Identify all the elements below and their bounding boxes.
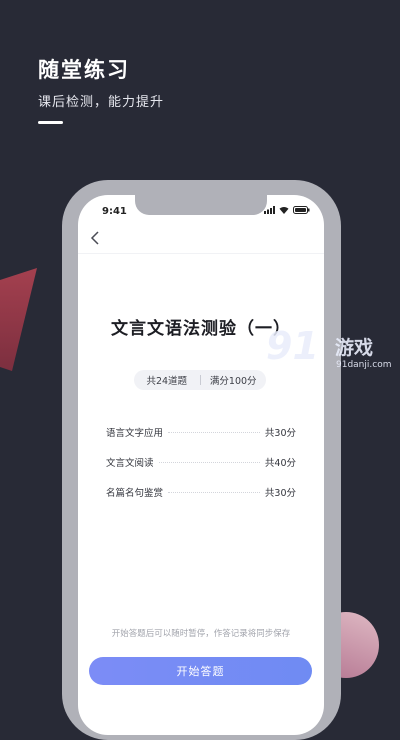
watermark-word: 游戏	[335, 337, 374, 359]
section-row: 语言文字应用 共30分	[106, 425, 296, 439]
phone-notch	[135, 195, 267, 215]
autosave-note: 开始答题后可以随时暂停，作答记录将同步保存	[111, 629, 291, 639]
question-count: 共24道题	[146, 376, 188, 387]
section-score: 共30分	[264, 428, 296, 439]
status-time: 9:41	[102, 206, 127, 217]
start-quiz-button[interactable]: 开始答题	[89, 657, 312, 685]
nav-divider	[78, 253, 324, 254]
watermark-url: 91danji.com	[336, 360, 392, 370]
dotted-leader	[158, 461, 260, 463]
watermark-number: 91	[266, 324, 319, 368]
back-chevron-icon[interactable]	[90, 230, 100, 246]
quiz-meta-pill: 共24道题 满分100分	[134, 370, 266, 390]
section-score: 共40分	[264, 458, 296, 469]
section-row: 文言文阅读 共40分	[106, 455, 296, 469]
watermark: 91 游戏 91danji.com	[266, 324, 400, 380]
status-icons	[264, 206, 310, 214]
hero-underline	[38, 121, 63, 124]
section-name: 名篇名句鉴赏	[106, 488, 164, 499]
section-name: 文言文阅读	[106, 458, 154, 469]
full-score: 满分100分	[209, 376, 257, 387]
section-score: 共30分	[264, 488, 296, 499]
section-row: 名篇名句鉴赏 共30分	[106, 485, 296, 499]
phone-screen: 9:41 文言文语法测验（一） 共24道题 满分100分 语言文字应用 共30分…	[78, 195, 324, 735]
hero-title: 随堂练习	[38, 58, 130, 82]
dotted-leader	[168, 431, 260, 433]
hero-subtitle: 课后检测，能力提升	[38, 95, 165, 110]
wifi-icon	[279, 206, 289, 214]
dotted-leader	[168, 491, 260, 493]
section-name: 语言文字应用	[106, 428, 164, 439]
decorative-triangle	[0, 268, 37, 371]
signal-icon	[264, 206, 275, 214]
battery-icon	[293, 206, 310, 214]
